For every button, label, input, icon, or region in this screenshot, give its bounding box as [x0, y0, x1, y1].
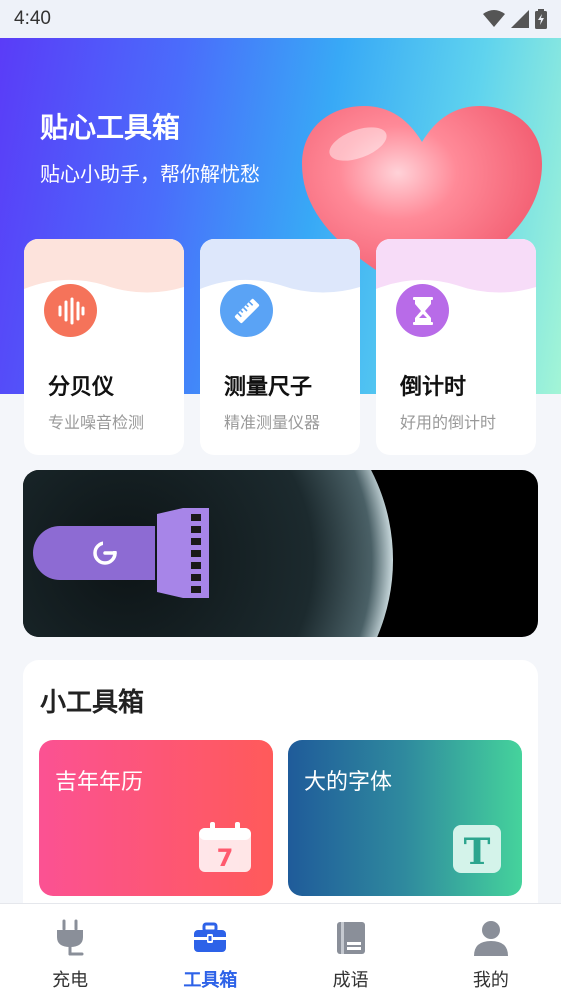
nav-item-charge[interactable]: 充电	[0, 904, 140, 999]
tool-name: 分贝仪	[48, 375, 115, 400]
battery-icon	[535, 9, 547, 29]
flashlight-icon	[33, 508, 209, 598]
user-icon	[471, 918, 511, 958]
tool-name: 倒计时	[400, 375, 467, 400]
tool-desc: 专业噪音检测	[48, 413, 145, 432]
tool-card-ruler[interactable]: 测量尺子 精准测量仪器	[200, 239, 360, 455]
tool-name: 测量尺子	[224, 375, 313, 400]
card-wave-decoration	[376, 239, 536, 293]
bottom-nav: 充电 工具箱 成语 我的	[0, 903, 561, 999]
status-time: 4:40	[14, 8, 51, 29]
sound-wave-icon	[44, 284, 97, 337]
big-font-card-label: 大的字体	[304, 770, 393, 795]
nav-label: 我的	[472, 970, 509, 991]
status-icons	[483, 9, 547, 29]
toolbox-section: 小工具箱 吉年年历 7 大的字体 T	[23, 660, 538, 920]
nav-item-mine[interactable]: 我的	[421, 904, 561, 999]
status-bar: 4:40	[0, 0, 561, 38]
nav-label: 工具箱	[183, 970, 238, 991]
hourglass-icon	[396, 284, 449, 337]
plug-icon	[50, 918, 90, 958]
cell-signal-icon	[511, 10, 529, 28]
nav-label: 充电	[52, 970, 89, 991]
flashlight-banner[interactable]	[23, 470, 538, 637]
big-font-card[interactable]: 大的字体 T	[288, 740, 522, 896]
nav-item-toolbox[interactable]: 工具箱	[140, 904, 280, 999]
hero-subtitle: 贴心小助手，帮你解忧愁	[40, 162, 260, 186]
tool-desc: 精准测量仪器	[224, 413, 321, 432]
calendar-card[interactable]: 吉年年历 7	[39, 740, 273, 896]
font-icon: T	[453, 825, 501, 873]
calendar-card-label: 吉年年历	[55, 770, 144, 795]
calendar-icon: 7	[199, 822, 251, 872]
section-title: 小工具箱	[40, 688, 145, 718]
font-icon-letter: T	[464, 831, 491, 873]
hero-title: 贴心工具箱	[40, 111, 181, 144]
book-icon	[331, 918, 371, 958]
card-wave-decoration	[200, 239, 360, 293]
wifi-icon	[483, 10, 505, 27]
tool-card-countdown[interactable]: 倒计时 好用的倒计时	[376, 239, 536, 455]
tool-card-decibel[interactable]: 分贝仪 专业噪音检测	[24, 239, 184, 455]
ruler-icon	[220, 284, 273, 337]
card-wave-decoration	[24, 239, 184, 293]
nav-label: 成语	[332, 970, 369, 991]
calendar-icon-digit: 7	[217, 844, 234, 872]
nav-item-idioms[interactable]: 成语	[281, 904, 421, 999]
toolbox-icon	[190, 918, 230, 958]
tool-desc: 好用的倒计时	[400, 413, 497, 432]
